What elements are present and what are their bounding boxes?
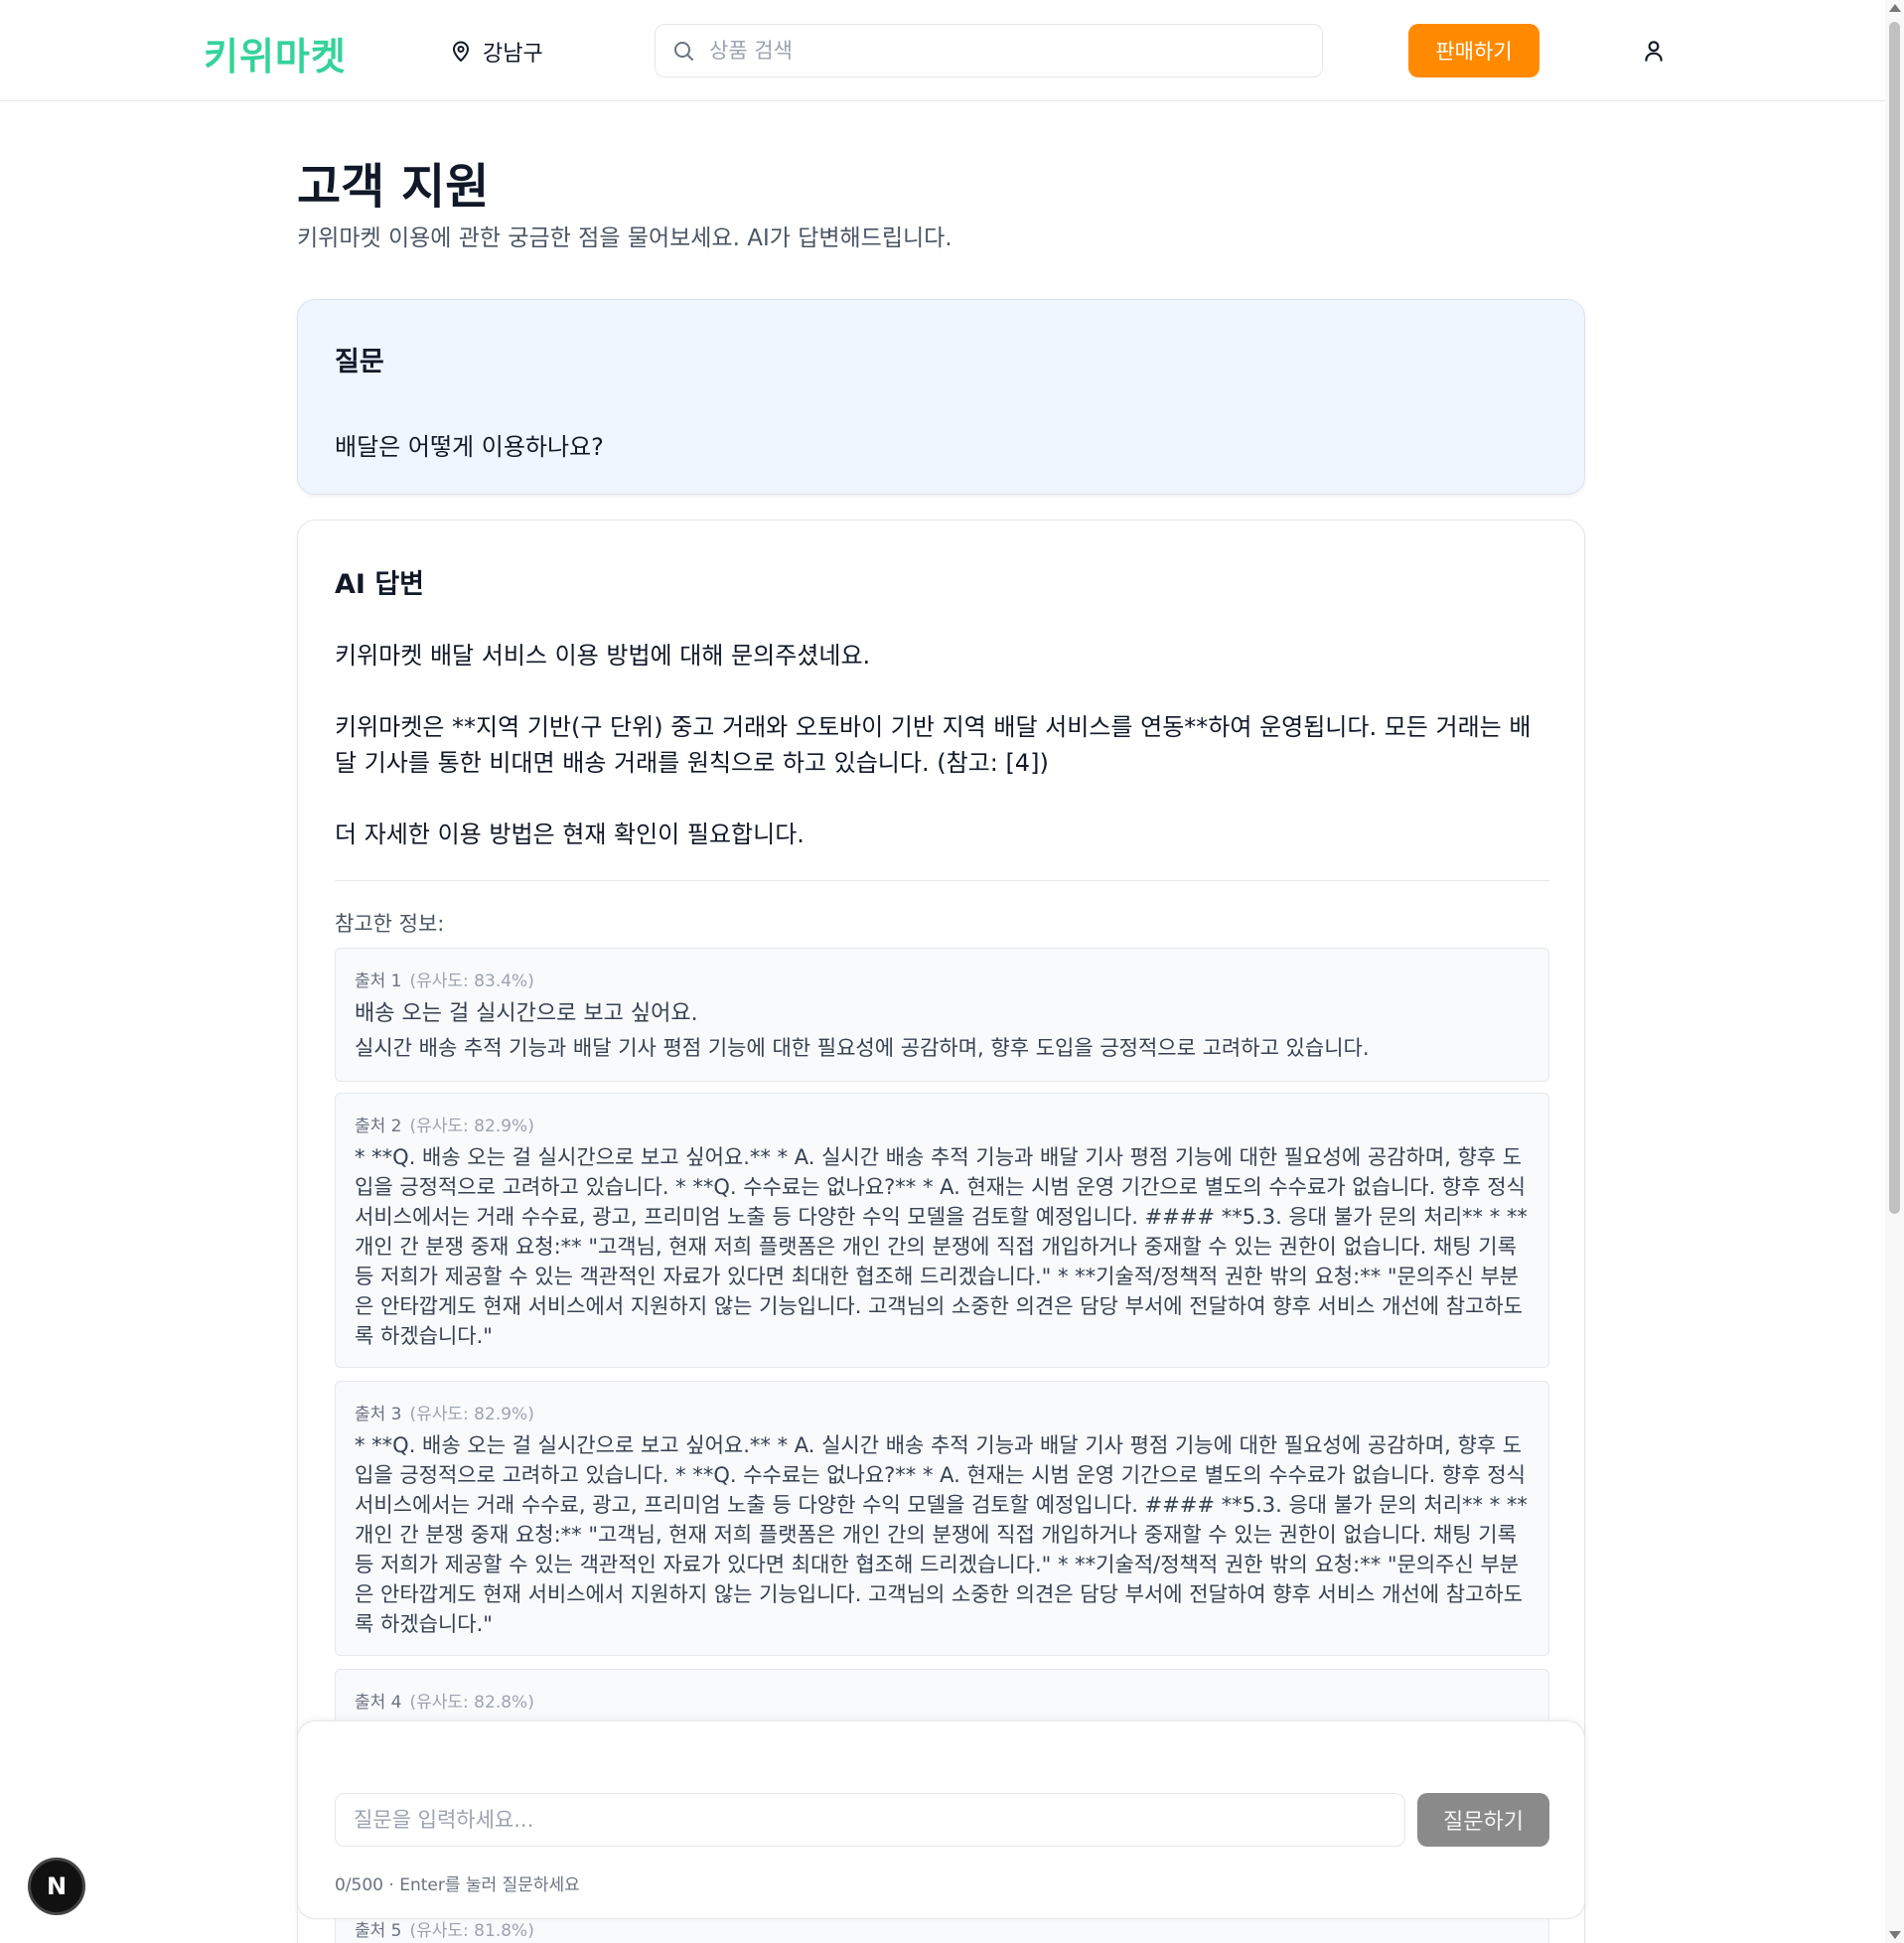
reference-source: 출처 3 <box>355 1405 402 1424</box>
char-counter-helper: 0/500 · Enter를 눌러 질문하세요 <box>335 1875 580 1895</box>
reference-text: 실시간 배송 추적 기능과 배달 기사 평점 기능에 대한 필요성에 공감하며,… <box>355 1036 1370 1060</box>
next-dev-indicator[interactable]: N <box>28 1858 85 1915</box>
search-bar[interactable] <box>655 24 1323 77</box>
scroll-up-icon[interactable] <box>1889 4 1901 12</box>
references-label: 참고한 정보: <box>335 912 445 936</box>
search-input[interactable] <box>709 39 1265 63</box>
answer-paragraph: 더 자세한 이용 방법은 현재 확인이 필요합니다. <box>335 821 805 848</box>
page-subtitle: 키위마켓 이용에 관한 궁금한 점을 물어보세요. AI가 답변해드립니다. <box>297 225 952 251</box>
question-card-title: 질문 <box>335 347 384 377</box>
map-pin-icon <box>453 41 469 62</box>
reference-item: 출처 3 (유사도: 82.9%) * **Q. 배송 오는 걸 실시간으로 보고… <box>335 1381 1549 1656</box>
reference-source: 출처 2 <box>355 1117 402 1136</box>
reference-text: 배송 오는 걸 실시간으로 보고 싶어요. <box>355 1001 698 1026</box>
reference-header: 출처 1 (유사도: 83.4%) <box>355 967 1530 991</box>
reference-header: 출처 4 (유사도: 82.8%) <box>355 1688 1530 1713</box>
question-text: 배달은 어떻게 이용하나요? <box>335 433 604 461</box>
question-card: 질문 배달은 어떻게 이용하나요? <box>297 299 1585 495</box>
reference-similarity: (유사도: 82.9%) <box>409 1117 534 1136</box>
reference-source: 출처 4 <box>355 1693 402 1713</box>
answer-card-title: AI 답변 <box>335 569 425 600</box>
search-icon <box>674 42 693 61</box>
question-input[interactable] <box>335 1793 1405 1847</box>
reference-item: 출처 1 (유사도: 83.4%) 배송 오는 걸 실시간으로 보고 싶어요. 실… <box>335 948 1549 1082</box>
user-icon[interactable] <box>1641 38 1667 64</box>
reference-similarity: (유사도: 81.8%) <box>409 1921 534 1941</box>
reference-item: 출처 2 (유사도: 82.9%) * **Q. 배송 오는 걸 실시간으로 보고… <box>335 1093 1549 1368</box>
location-label: 강남구 <box>483 42 543 67</box>
page-title: 고객 지원 <box>297 159 490 215</box>
reference-text: * **Q. 배송 오는 걸 실시간으로 보고 싶어요.** * A. 실시간 … <box>355 1433 1528 1636</box>
question-composer: 질문하기 0/500 · Enter를 눌러 질문하세요 <box>297 1720 1585 1919</box>
divider <box>335 880 1549 881</box>
reference-similarity: (유사도: 82.9%) <box>409 1405 534 1424</box>
logo[interactable]: 키위마켓 <box>204 26 347 80</box>
location-selector[interactable]: 강남구 <box>449 36 543 68</box>
scrollbar[interactable] <box>1885 0 1904 1943</box>
answer-body: 키위마켓 배달 서비스 이용 방법에 대해 문의주셨네요. 키위마켓은 **지역… <box>335 638 1551 888</box>
ask-button[interactable]: 질문하기 <box>1417 1793 1549 1847</box>
reference-header: 출처 5 (유사도: 81.8%) <box>355 1916 1530 1941</box>
reference-header: 출처 3 (유사도: 82.9%) <box>355 1400 1530 1424</box>
reference-similarity: (유사도: 82.8%) <box>409 1693 534 1713</box>
reference-source: 출처 1 <box>355 972 402 991</box>
answer-paragraph: 키위마켓 배달 서비스 이용 방법에 대해 문의주셨네요. <box>335 642 871 670</box>
sell-button[interactable]: 판매하기 <box>1408 24 1539 77</box>
reference-source: 출처 5 <box>355 1921 402 1941</box>
answer-paragraph: 키위마켓은 **지역 기반(구 단위) 중고 거래와 오토바이 기반 지역 배달… <box>335 713 1532 777</box>
top-header: 키위마켓 강남구 판매하기 <box>0 0 1885 101</box>
reference-similarity: (유사도: 83.4%) <box>409 972 534 991</box>
reference-header: 출처 2 (유사도: 82.9%) <box>355 1112 1530 1136</box>
scroll-thumb[interactable] <box>1889 22 1900 1214</box>
reference-text: * **Q. 배송 오는 걸 실시간으로 보고 싶어요.** * A. 실시간 … <box>355 1145 1528 1348</box>
scroll-down-icon[interactable] <box>1889 1931 1901 1939</box>
